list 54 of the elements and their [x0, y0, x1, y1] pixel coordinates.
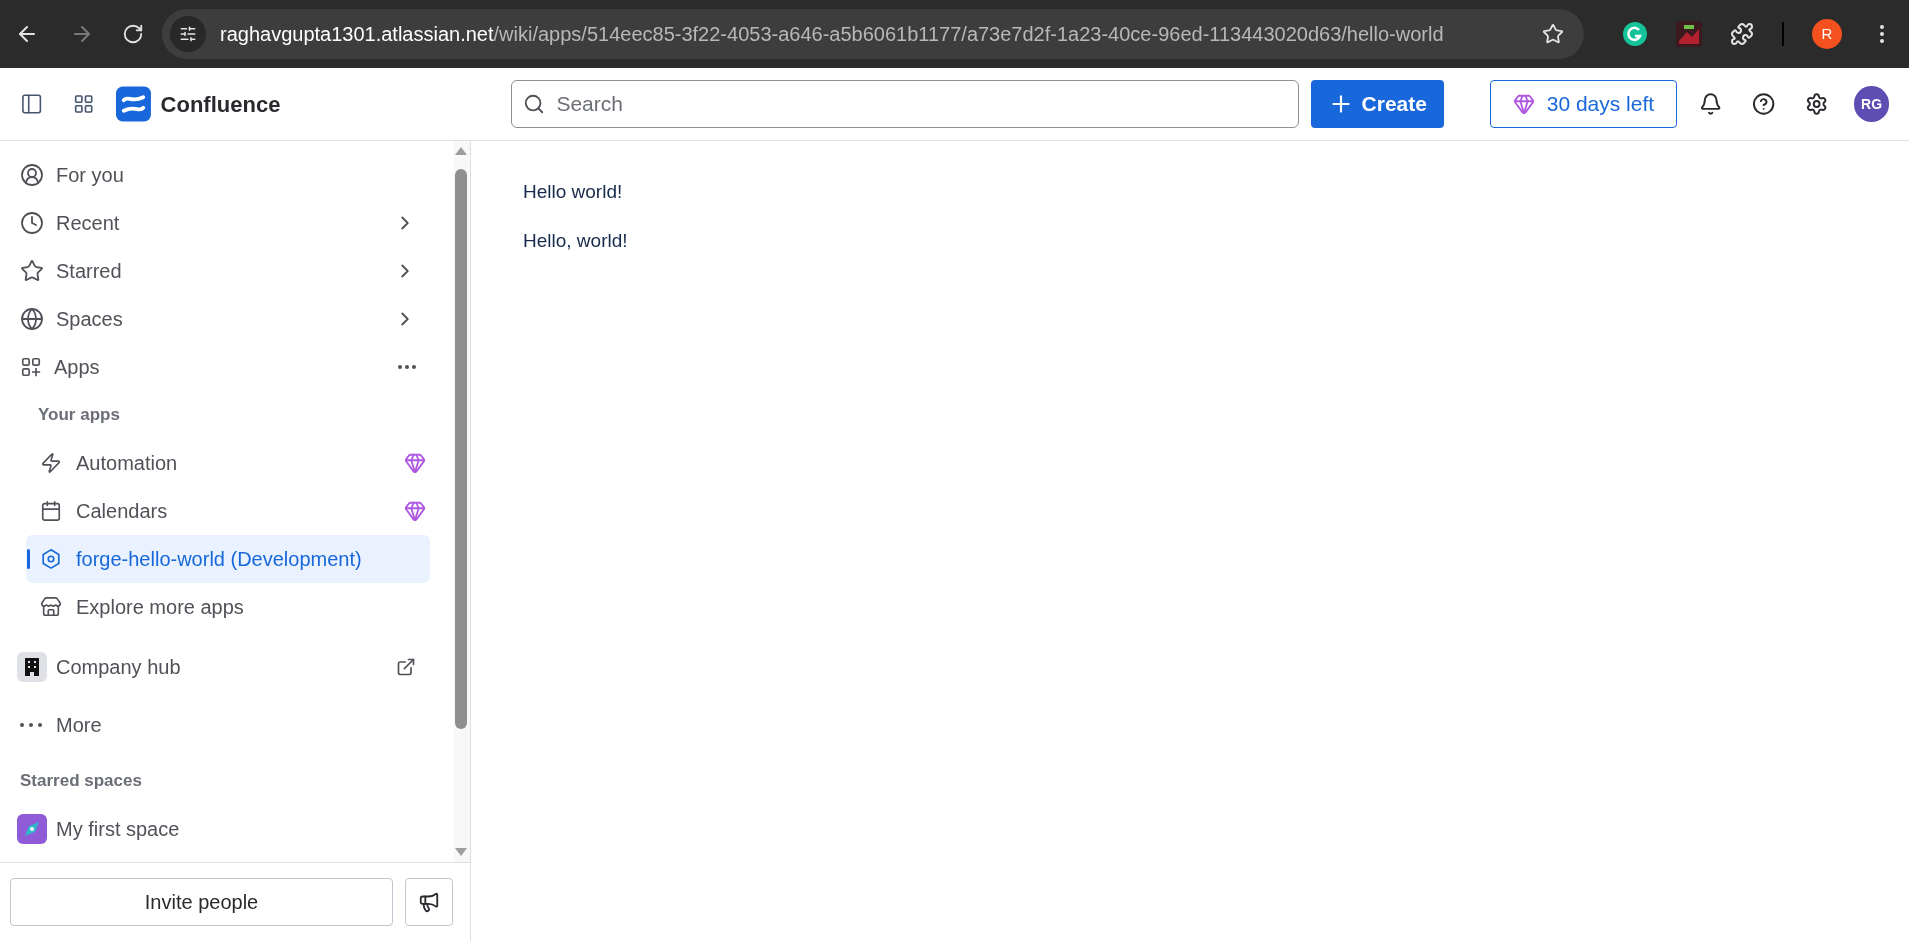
calendar-icon	[40, 500, 62, 522]
hexagon-icon	[40, 548, 62, 570]
address-bar[interactable]: raghavgupta1301.atlassian.net/wiki/apps/514eec85-3f22-4053-a646-a5b6061b1177/a73e7d2f-1a23-40ce-96ed-113443020d63/hello-world	[162, 9, 1584, 59]
nav-item[interactable]: Spaces	[8, 295, 432, 343]
globe-icon	[20, 307, 44, 331]
reload-icon[interactable]	[122, 23, 144, 45]
app-switcher-icon[interactable]	[73, 93, 95, 115]
extensions-icon[interactable]	[1730, 22, 1754, 46]
user-avatar[interactable]: RG	[1854, 86, 1889, 122]
confluence-logo-icon[interactable]	[115, 86, 151, 122]
nav-item[interactable]: For you	[8, 151, 432, 199]
app-item[interactable]: Calendars	[26, 487, 430, 535]
building-icon	[25, 658, 39, 676]
store-icon	[40, 596, 62, 618]
user-icon	[20, 163, 44, 187]
company-hub-item[interactable]: Company hub	[8, 643, 432, 691]
create-button[interactable]: Create	[1310, 80, 1444, 128]
bookmark-star-icon[interactable]	[1542, 23, 1564, 45]
search-icon	[523, 93, 546, 115]
section-heading: Starred spaces	[20, 770, 142, 793]
more-item[interactable]: More	[8, 701, 432, 749]
sidebar-toggle-icon[interactable]	[20, 92, 44, 116]
paragraph: Hello, world!	[523, 228, 629, 253]
notifications-icon[interactable]	[1699, 92, 1723, 116]
nav-item[interactable]: Starred	[8, 247, 432, 295]
scrollbar-thumb[interactable]	[455, 169, 467, 729]
extension-icon[interactable]	[1676, 21, 1702, 47]
url-text: raghavgupta1301.atlassian.net/wiki/apps/514eec85-3f22-4053-a646-a5b6061b1177/a73e7d2f-1a23-40ce-96ed-113443020d63/hello-world	[220, 22, 1445, 47]
trial-button[interactable]: 30 days left	[1489, 80, 1678, 128]
feedback-button[interactable]	[405, 878, 453, 926]
settings-icon[interactable]	[1804, 92, 1829, 116]
clock-icon	[20, 211, 44, 235]
more-icon	[20, 723, 42, 727]
site-settings-icon[interactable]	[179, 25, 197, 43]
grammarly-icon[interactable]	[1622, 21, 1648, 47]
diamond-icon	[1512, 93, 1535, 115]
app-item[interactable]: Explore more apps	[26, 583, 430, 631]
app-item[interactable]: forge-hello-world (Development)	[26, 535, 430, 583]
apps-icon	[20, 356, 42, 378]
paragraph: Hello world!	[523, 180, 624, 204]
external-link-icon	[396, 657, 416, 677]
more-icon[interactable]	[398, 365, 416, 369]
space-item[interactable]: My first space	[8, 805, 432, 853]
invite-people-button[interactable]: Invite people	[10, 878, 393, 926]
product-name[interactable]: Confluence	[160, 87, 281, 121]
lightning-icon	[40, 452, 62, 474]
star-icon	[20, 259, 44, 283]
megaphone-icon	[418, 891, 440, 913]
search-field[interactable]: Search	[511, 80, 1299, 128]
section-heading: Your apps	[38, 404, 120, 427]
app-item[interactable]: Automation	[26, 439, 430, 487]
nav-item[interactable]: Apps	[8, 343, 432, 391]
nav-item[interactable]: Recent	[8, 199, 432, 247]
help-icon[interactable]	[1752, 92, 1776, 116]
